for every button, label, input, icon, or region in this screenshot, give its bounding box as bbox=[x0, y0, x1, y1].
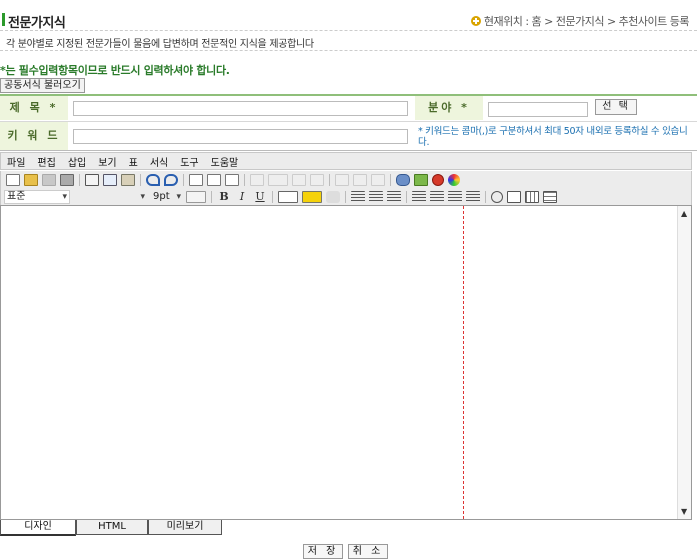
toolbar-separator bbox=[244, 173, 245, 186]
bullet-list-icon[interactable] bbox=[448, 190, 462, 203]
media-icon[interactable] bbox=[448, 173, 460, 186]
required-note: *는 필수입력항목이므로 반드시 입력하셔야 합니다. bbox=[0, 64, 230, 77]
menu-help[interactable]: 도움말 bbox=[205, 154, 245, 169]
copy-icon[interactable] bbox=[103, 173, 117, 186]
keyword-input[interactable] bbox=[73, 129, 408, 144]
insert-table-icon[interactable] bbox=[250, 173, 264, 186]
font-color-icon[interactable] bbox=[278, 190, 298, 203]
underline-icon[interactable]: U bbox=[253, 190, 267, 203]
new-document-icon[interactable] bbox=[6, 173, 20, 186]
cut-icon[interactable] bbox=[85, 173, 99, 186]
line-spacing-icon[interactable] bbox=[186, 190, 206, 203]
form-top-border bbox=[0, 94, 697, 96]
title-input[interactable] bbox=[73, 101, 408, 116]
select-field-button[interactable]: 선 택 bbox=[595, 99, 637, 115]
page-properties-icon[interactable] bbox=[507, 190, 521, 203]
toolbar-separator bbox=[345, 190, 346, 203]
editor-scrollbar[interactable]: ▲ ▼ bbox=[677, 206, 691, 519]
align-right-icon[interactable] bbox=[387, 190, 401, 203]
editor-mode-tabs: 디자인 HTML 미리보기 bbox=[0, 520, 692, 536]
save-disk-icon[interactable] bbox=[42, 173, 56, 186]
divider bbox=[0, 50, 697, 51]
toolbar-separator bbox=[390, 173, 391, 186]
cancel-button[interactable]: 취 소 bbox=[348, 544, 388, 559]
editor-toolbar-1 bbox=[0, 171, 692, 188]
split-cells-icon[interactable] bbox=[353, 173, 367, 186]
font-select[interactable] bbox=[72, 190, 148, 204]
special-char-icon[interactable] bbox=[491, 190, 503, 203]
save-button[interactable]: 저 장 bbox=[303, 544, 343, 559]
menu-tools[interactable]: 도구 bbox=[174, 154, 204, 169]
keyword-hint: * 키워드는 콤마(,)로 구분하셔서 최대 50자 내외로 등록하실 수 있습… bbox=[418, 126, 688, 148]
page-width-guide bbox=[463, 206, 464, 519]
edit-icon[interactable] bbox=[189, 173, 203, 186]
outdent-icon[interactable] bbox=[412, 190, 426, 203]
toolbar-separator bbox=[329, 173, 330, 186]
frame-icon[interactable] bbox=[225, 173, 239, 186]
keyword-label: 키 워 드 bbox=[0, 122, 68, 150]
undo-icon[interactable] bbox=[146, 173, 160, 186]
tab-design[interactable]: 디자인 bbox=[0, 520, 76, 536]
tab-preview[interactable]: 미리보기 bbox=[148, 520, 222, 535]
size-select[interactable]: 9pt bbox=[150, 190, 184, 204]
numbered-list-icon[interactable] bbox=[466, 190, 480, 203]
toolbar-separator bbox=[272, 190, 273, 203]
breadcrumb-text: 현재위치 : 홈 > 전문가지식 > 추천사이트 등록 bbox=[483, 15, 690, 28]
scroll-up-icon[interactable]: ▲ bbox=[681, 209, 687, 218]
link-icon[interactable] bbox=[396, 173, 410, 186]
insert-row-icon[interactable] bbox=[292, 173, 306, 186]
insert-column-icon[interactable] bbox=[310, 173, 324, 186]
editor-menubar: 파일 편집 삽입 보기 표 서식 도구 도움말 bbox=[0, 152, 692, 170]
print-icon[interactable] bbox=[60, 173, 74, 186]
scroll-down-icon[interactable]: ▼ bbox=[681, 507, 687, 516]
field-label: 분야 * bbox=[415, 96, 483, 120]
toolbar-separator bbox=[211, 190, 212, 203]
editor-content-area[interactable] bbox=[0, 205, 692, 520]
toolbar-separator bbox=[183, 173, 184, 186]
field-input[interactable] bbox=[488, 102, 588, 117]
checkbox-icon[interactable] bbox=[207, 173, 221, 186]
toolbar-separator bbox=[406, 190, 407, 203]
italic-icon[interactable]: I bbox=[235, 190, 249, 203]
flash-icon[interactable] bbox=[432, 173, 444, 186]
toolbar-separator bbox=[140, 173, 141, 186]
bold-icon[interactable]: B bbox=[217, 190, 231, 203]
row-divider bbox=[0, 150, 697, 151]
menu-format[interactable]: 서식 bbox=[144, 154, 174, 169]
merge-cells-icon[interactable] bbox=[335, 173, 349, 186]
divider bbox=[0, 30, 697, 31]
delete-cell-icon[interactable] bbox=[371, 173, 385, 186]
editor-toolbar-2: 표준 9pt B I U bbox=[0, 188, 692, 206]
image-icon[interactable] bbox=[414, 173, 428, 186]
style-select[interactable]: 표준 bbox=[4, 189, 70, 204]
menu-edit[interactable]: 편집 bbox=[31, 154, 61, 169]
toolbar-separator bbox=[485, 190, 486, 203]
toolbar-separator bbox=[79, 173, 80, 186]
menu-file[interactable]: 파일 bbox=[1, 154, 31, 169]
indent-icon[interactable] bbox=[430, 190, 444, 203]
title-label: 제 목 * bbox=[0, 96, 68, 120]
page-title: 전문가지식 bbox=[8, 16, 66, 31]
table-properties-icon[interactable] bbox=[268, 173, 288, 186]
show-borders-icon[interactable] bbox=[543, 190, 557, 203]
load-template-button[interactable]: 공동서식 불러오기 bbox=[0, 78, 85, 93]
redo-icon[interactable] bbox=[164, 173, 178, 186]
open-folder-icon[interactable] bbox=[24, 173, 38, 186]
title-marker bbox=[2, 13, 5, 26]
breadcrumb: 현재위치 : 홈 > 전문가지식 > 추천사이트 등록 bbox=[470, 13, 690, 29]
table-grid-icon[interactable] bbox=[525, 190, 539, 203]
menu-view[interactable]: 보기 bbox=[92, 154, 122, 169]
row-divider bbox=[0, 121, 697, 122]
plus-icon bbox=[470, 16, 481, 26]
paste-icon[interactable] bbox=[121, 173, 135, 186]
align-center-icon[interactable] bbox=[369, 190, 383, 203]
align-left-icon[interactable] bbox=[351, 190, 365, 203]
page-description: 각 분야별로 지정된 전문가들이 물음에 답변하며 전문적인 지식을 제공합니다 bbox=[6, 39, 314, 50]
menu-insert[interactable]: 삽입 bbox=[62, 154, 92, 169]
tab-html[interactable]: HTML bbox=[76, 520, 148, 535]
menu-table[interactable]: 표 bbox=[123, 154, 144, 169]
eraser-icon[interactable] bbox=[326, 190, 340, 203]
highlight-color-icon[interactable] bbox=[302, 190, 322, 203]
